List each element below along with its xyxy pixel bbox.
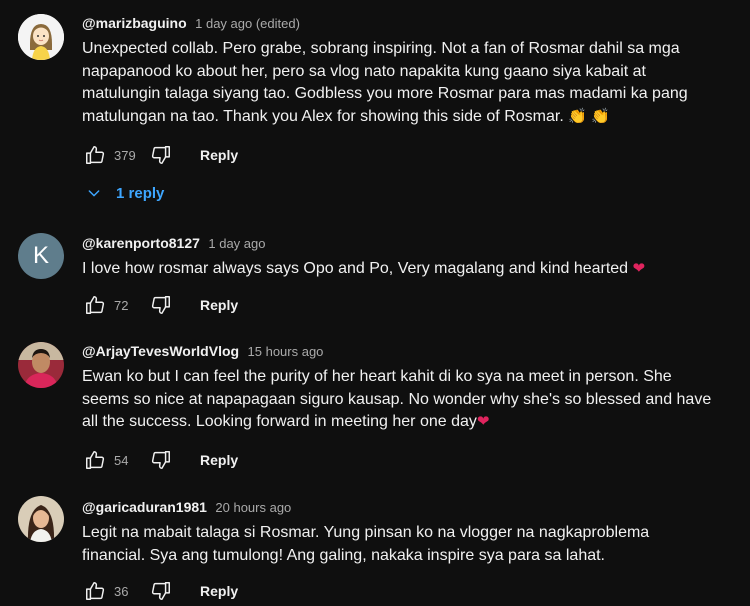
reply-button[interactable]: Reply — [200, 452, 238, 468]
thumbs-up-icon — [86, 146, 105, 164]
like-count: 36 — [114, 583, 129, 599]
heart-emoji: ❤ — [476, 413, 490, 430]
like-count: 72 — [114, 297, 129, 313]
like-button[interactable] — [82, 142, 108, 168]
comment-timestamp[interactable]: 15 hours ago — [248, 344, 324, 359]
dislike-button[interactable] — [148, 142, 174, 168]
thumbs-down-icon — [151, 146, 170, 164]
thumbs-down-icon — [151, 451, 170, 469]
reply-button[interactable]: Reply — [200, 147, 238, 163]
thumbs-up-icon — [86, 296, 105, 314]
thumbs-up-icon — [86, 451, 105, 469]
dislike-button[interactable] — [148, 578, 174, 604]
like-button[interactable] — [82, 447, 108, 473]
replies-label: 1 reply — [116, 184, 165, 202]
reply-button[interactable]: Reply — [200, 583, 238, 599]
dislike-button[interactable] — [148, 292, 174, 318]
like-button[interactable] — [82, 578, 108, 604]
thumbs-up-icon — [86, 582, 105, 600]
comment-author[interactable]: @ArjayTevesWorldVlog — [82, 343, 239, 359]
comment-author[interactable]: @garicaduran1981 — [82, 499, 207, 515]
thumbs-down-icon — [151, 582, 170, 600]
comment-text: Ewan ko but I can feel the purity of her… — [82, 368, 712, 430]
comment-text: Unexpected collab. Pero grabe, sobrang i… — [82, 40, 688, 125]
reply-button[interactable]: Reply — [200, 297, 238, 313]
avatar[interactable] — [18, 342, 64, 388]
comment-timestamp[interactable]: 1 day ago (edited) — [195, 16, 300, 31]
like-count: 379 — [114, 147, 136, 163]
comment-author[interactable]: @karenporto8127 — [82, 235, 200, 251]
avatar[interactable] — [18, 496, 64, 542]
chevron-down-icon — [88, 190, 100, 197]
view-replies-button[interactable]: 1 reply — [86, 181, 164, 205]
comment-timestamp[interactable]: 20 hours ago — [215, 500, 291, 515]
comment-author[interactable]: @marizbaguino — [82, 15, 187, 31]
comments-section: @marizbaguino 1 day ago (edited) Unexpec… — [0, 0, 750, 606]
comment-text: I love how rosmar always says Opo and Po… — [82, 260, 646, 277]
clap-emoji: 👏 👏 — [568, 107, 610, 125]
comment-timestamp[interactable]: 1 day ago — [208, 236, 265, 251]
like-count: 54 — [114, 452, 129, 468]
thumbs-down-icon — [151, 296, 170, 314]
avatar[interactable] — [18, 14, 64, 60]
avatar[interactable]: K — [18, 233, 64, 279]
heart-emoji: ❤ — [632, 260, 646, 277]
like-button[interactable] — [82, 292, 108, 318]
comment-text: Legit na mabait talaga si Rosmar. Yung p… — [82, 524, 650, 564]
dislike-button[interactable] — [148, 447, 174, 473]
